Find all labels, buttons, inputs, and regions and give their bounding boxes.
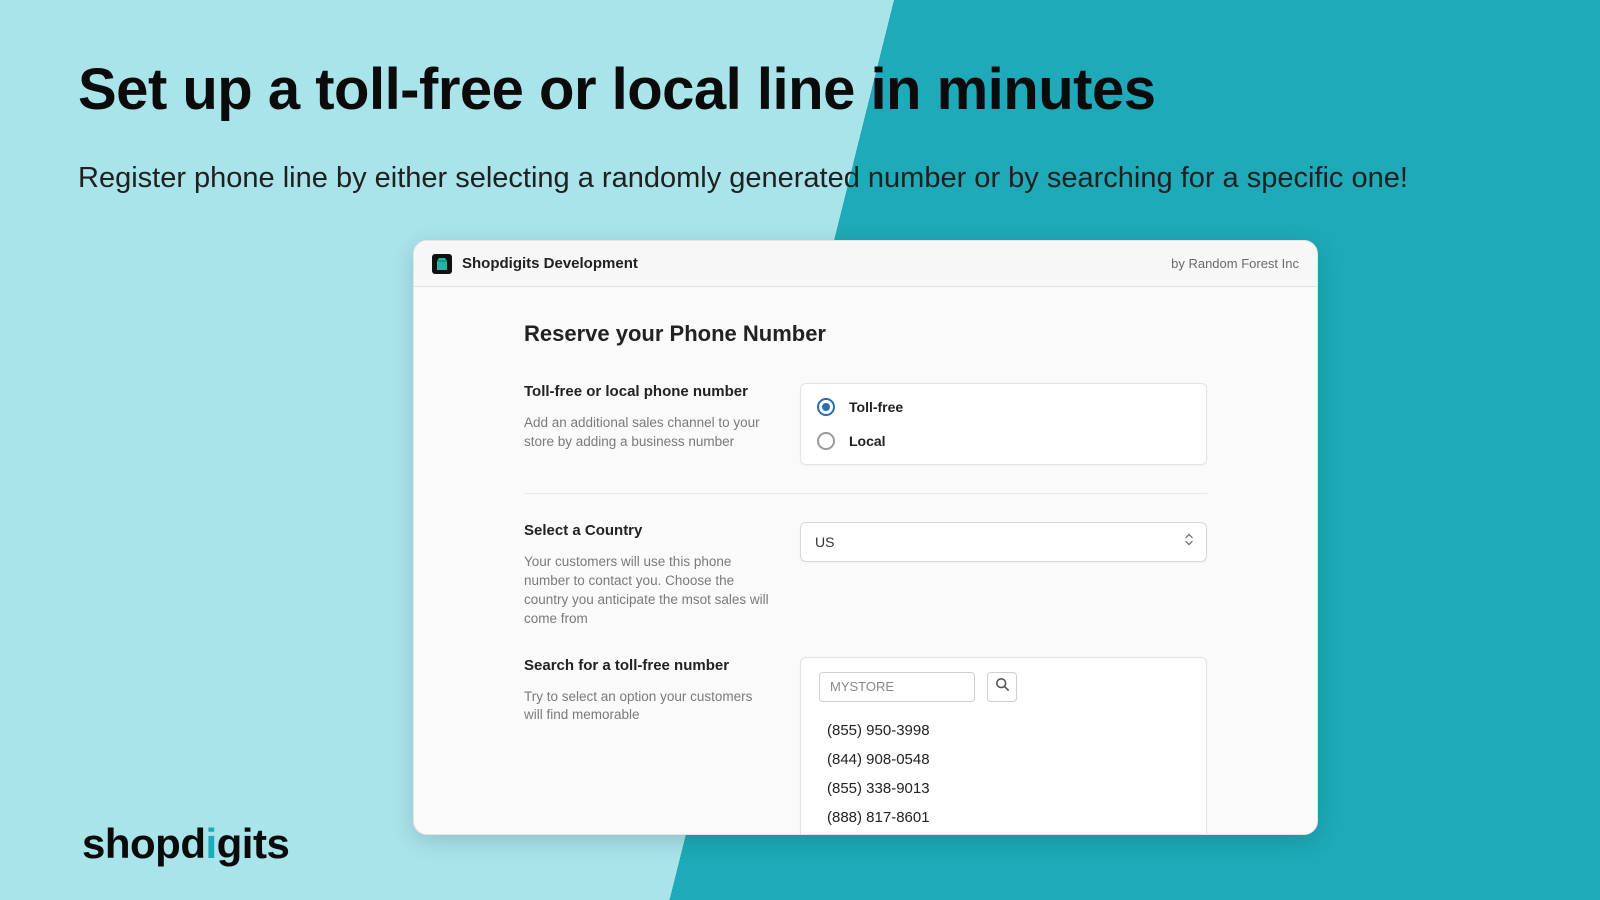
country-select[interactable]: US [800, 522, 1207, 562]
help-country: Your customers will use this phone numbe… [524, 553, 772, 629]
card-body: Reserve your Phone Number Toll-free or l… [414, 287, 1317, 835]
radio-icon [817, 432, 835, 450]
result-list: (855) 950-3998 (844) 908-0548 (855) 338-… [819, 716, 1188, 832]
row-search: Search for a toll-free number Try to sel… [524, 657, 1207, 835]
row-country: Select a Country Your customers will use… [524, 522, 1207, 657]
radio-toll-free[interactable]: Toll-free [801, 390, 1206, 424]
card-title: Reserve your Phone Number [524, 321, 1207, 347]
card-header: Shopdigits Development by Random Forest … [414, 241, 1317, 287]
app-name: Shopdigits Development [462, 255, 638, 272]
search-input[interactable]: MYSTORE [819, 672, 975, 702]
radio-label-local: Local [849, 433, 886, 449]
brand-logo: shopdigits [82, 820, 289, 868]
label-number-type: Toll-free or local phone number [524, 383, 772, 400]
brand-post: gits [217, 820, 290, 867]
search-icon [995, 677, 1010, 697]
country-select-value: US [815, 534, 834, 550]
radio-local[interactable]: Local [801, 424, 1206, 458]
app-icon [432, 254, 452, 274]
number-type-radio-group: Toll-free Local [800, 383, 1207, 465]
search-panel: MYSTORE (855) 950-3998 (844) 908-0548 (8… [800, 657, 1207, 835]
brand-accent: i [205, 820, 216, 867]
search-button[interactable] [987, 672, 1017, 702]
help-search: Try to select an option your customers w… [524, 688, 772, 726]
chevron-updown-icon [1184, 533, 1194, 552]
result-item[interactable]: (855) 338-9013 [827, 774, 1188, 803]
radio-icon [817, 398, 835, 416]
row-number-type: Toll-free or local phone number Add an a… [524, 383, 1207, 494]
search-input-value: MYSTORE [830, 679, 894, 694]
help-number-type: Add an additional sales channel to your … [524, 414, 772, 452]
result-item[interactable]: (855) 950-3998 [827, 716, 1188, 745]
brand-pre: shopd [82, 820, 205, 867]
label-search: Search for a toll-free number [524, 657, 772, 674]
byline: by Random Forest Inc [1171, 256, 1299, 271]
hero-title: Set up a toll-free or local line in minu… [78, 56, 1155, 123]
radio-label-toll-free: Toll-free [849, 399, 903, 415]
label-country: Select a Country [524, 522, 772, 539]
result-item[interactable]: (844) 908-0548 [827, 745, 1188, 774]
result-item[interactable]: (888) 817-8601 [827, 803, 1188, 832]
reserve-card: Shopdigits Development by Random Forest … [413, 240, 1318, 835]
hero-subtitle: Register phone line by either selecting … [78, 154, 1478, 203]
